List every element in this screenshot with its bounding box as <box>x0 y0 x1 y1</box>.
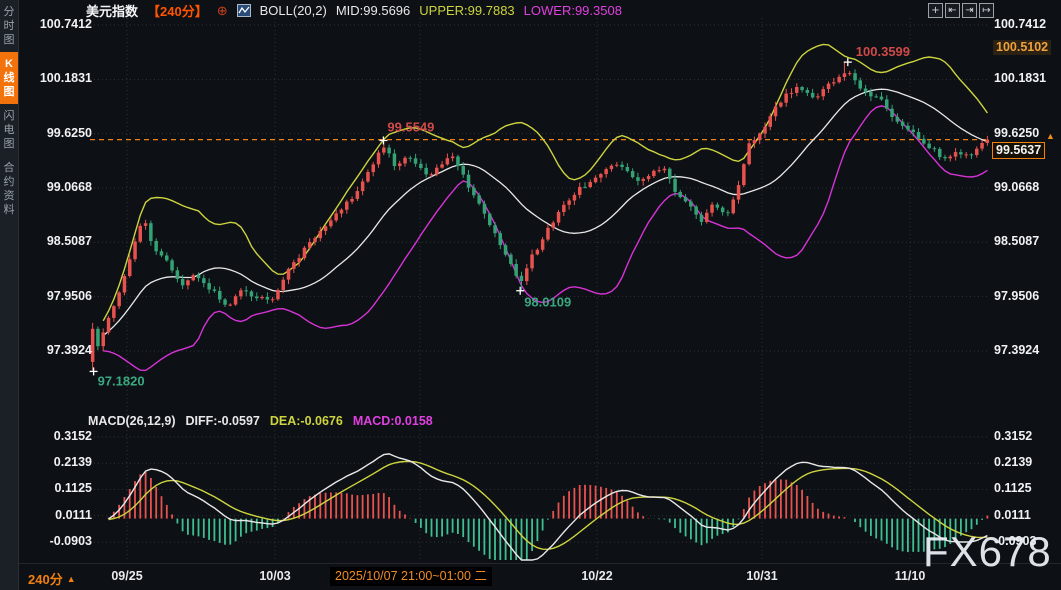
svg-text:100.3599: 100.3599 <box>856 44 910 59</box>
axis-tick-label: 0.1125 <box>14 481 92 496</box>
chart-type-icon[interactable] <box>237 4 251 17</box>
macd-dea-value: DEA:-0.0676 <box>270 414 343 428</box>
macd-name-label: MACD(26,12,9) <box>88 414 176 428</box>
boll-mid-value: MID:99.5696 <box>336 3 410 18</box>
crosshair-date-tooltip: 2025/10/07 21:00~01:00 二 <box>330 567 492 586</box>
axis-tick-label: 0.3152 <box>994 429 1032 444</box>
axis-tick-label: -0.0903 <box>14 534 92 549</box>
boll-lower-value: LOWER:99.3508 <box>524 3 622 18</box>
time-axis-label: 10/22 <box>557 569 637 583</box>
symbol-title: 美元指数 <box>86 1 138 20</box>
macd-header: MACD(26,12,9) DIFF:-0.0597 DEA:-0.0676 M… <box>88 414 433 428</box>
time-axis-bar: 240分▲ 09/2510/0310/2210/3111/10 <box>0 563 1061 590</box>
axis-tick-label: 97.3924 <box>14 343 92 358</box>
chart-header: 美元指数 【240分】 ⊕ BOLL(20,2) MID:99.5696 UPP… <box>86 2 622 18</box>
macd-diff-value: DIFF:-0.0597 <box>186 414 260 428</box>
axis-tick-label: 0.2139 <box>994 455 1032 470</box>
last-price-badge: 99.5637 <box>992 142 1045 159</box>
axis-tick-label: 0.3152 <box>14 429 92 444</box>
axis-tick-label: 97.9506 <box>14 289 92 304</box>
axis-tick-label: 0.2139 <box>14 455 92 470</box>
period-dropdown-icon: ▲ <box>67 574 76 584</box>
sidebar-tab-1[interactable]: K线图 <box>0 52 18 104</box>
axis-tick-label: 100.1831 <box>14 71 92 86</box>
chart-canvas[interactable]: 100.3599 99.5549 98.0109 97.1820 <box>0 0 1061 590</box>
go-latest-icon[interactable]: ↦ <box>979 3 994 18</box>
axis-tick-label: 97.3924 <box>994 343 1039 358</box>
trading-app-window: { "sidebar": { "tabs": [ {"label": "分时图"… <box>0 0 1061 590</box>
fx678-watermark: FX678 <box>923 528 1052 576</box>
price-axis-right: 100.7412 100.1831 99.6250 99.0668 98.5087 97.… <box>994 0 1060 560</box>
axis-tick-label: 98.5087 <box>994 234 1039 249</box>
macd-macd-value: MACD:0.0158 <box>353 414 433 428</box>
sidebar-tab-2[interactable]: 闪电图 <box>0 104 18 156</box>
axis-tick-label: 100.7412 <box>14 17 92 32</box>
svg-text:98.0109: 98.0109 <box>524 295 571 310</box>
axis-tick-label: 99.0668 <box>14 180 92 195</box>
period-selector[interactable]: 240分▲ <box>28 569 76 588</box>
svg-text:99.5549: 99.5549 <box>387 119 434 134</box>
time-axis-label: 09/25 <box>87 569 167 583</box>
axis-tick-label: 97.9506 <box>994 289 1039 304</box>
axis-tick-label: 100.1831 <box>994 71 1046 86</box>
crosshair-icon[interactable]: + <box>928 3 943 18</box>
add-compare-icon[interactable]: ⊕ <box>217 4 228 17</box>
axis-tick-label: 100.7412 <box>994 17 1046 32</box>
svg-text:97.1820: 97.1820 <box>98 373 145 388</box>
axis-tick-label: 99.6250 <box>14 126 92 141</box>
chart-type-sidebar: 分时图K线图闪电图合约资料 <box>0 0 19 590</box>
price-axis-left: 100.7412 100.1831 99.6250 99.0668 98.5087 97.… <box>14 0 92 560</box>
boll-label: BOLL(20,2) <box>260 3 327 18</box>
zoom-in-icon[interactable]: ⇥ <box>962 3 977 18</box>
axis-tick-label: 99.6250 <box>994 126 1039 141</box>
boll-upper-value: UPPER:99.7883 <box>419 3 514 18</box>
sidebar-tab-0[interactable]: 分时图 <box>0 0 18 52</box>
axis-tick-label: 0.0111 <box>14 508 92 523</box>
time-axis-label: 10/03 <box>235 569 315 583</box>
time-axis-label: 10/31 <box>722 569 802 583</box>
zoom-out-icon[interactable]: ⇤ <box>945 3 960 18</box>
session-high-badge: 100.5102 <box>993 40 1051 55</box>
sidebar-tab-3[interactable]: 合约资料 <box>0 156 18 222</box>
axis-tick-label: 98.5087 <box>14 234 92 249</box>
axis-tick-label: 99.0668 <box>994 180 1039 195</box>
last-price-marker-icon: ▲ <box>1046 132 1055 141</box>
axis-tick-label: 0.1125 <box>994 481 1032 496</box>
axis-tick-label: 0.0111 <box>994 508 1031 523</box>
period-tag: 【240分】 <box>147 1 208 20</box>
chart-toolbar: +⇤⇥↦ <box>928 3 994 18</box>
